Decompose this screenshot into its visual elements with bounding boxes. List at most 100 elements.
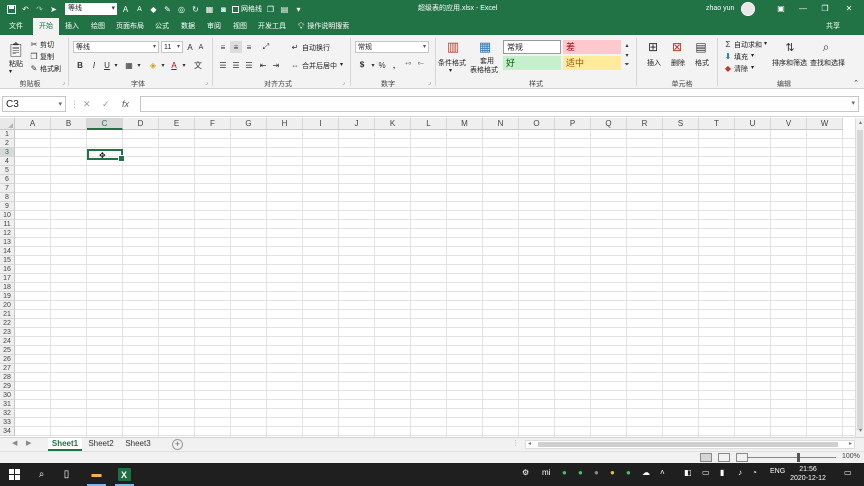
increase-decimal-icon[interactable]: ⁺⁰ [402, 59, 414, 71]
row-header-22[interactable]: 22 [0, 319, 15, 328]
format-painter-button[interactable]: 格式刷 [40, 64, 61, 74]
volume-icon[interactable]: ♪ [738, 468, 742, 477]
notifications-icon[interactable]: ▭ [844, 468, 852, 477]
row-header-26[interactable]: 26 [0, 355, 15, 364]
table-icon[interactable]: ▦ [204, 4, 215, 15]
column-header-b[interactable]: B [51, 118, 87, 130]
row-header-6[interactable]: 6 [0, 175, 15, 184]
sort-filter-button[interactable]: 排序和筛选 [772, 58, 807, 68]
align-left-icon[interactable]: ☰ [217, 59, 229, 71]
row-header-32[interactable]: 32 [0, 409, 15, 418]
ribbon-display-options-icon[interactable]: ▣ [770, 0, 792, 18]
underline-button[interactable]: U [102, 59, 112, 71]
scroll-up-icon[interactable]: ▴ [856, 119, 864, 128]
styles-scroll-down-icon[interactable]: ▾ [623, 50, 631, 60]
column-header-n[interactable]: N [483, 118, 519, 130]
delete-cells-button[interactable]: 删除 [671, 58, 685, 68]
column-header-q[interactable]: Q [591, 118, 627, 130]
tell-me-search[interactable]: 💡︎ 操作说明搜索 [298, 18, 349, 35]
send-icon[interactable]: ➤ [48, 4, 59, 15]
input-language[interactable]: ENG [770, 468, 785, 475]
name-box[interactable]: C3 ▾ [2, 96, 66, 112]
tab-review[interactable]: 审阅 [202, 18, 226, 35]
row-header-30[interactable]: 30 [0, 391, 15, 400]
row-header-23[interactable]: 23 [0, 328, 15, 337]
column-header-h[interactable]: H [267, 118, 303, 130]
column-header-i[interactable]: I [303, 118, 339, 130]
save-icon[interactable] [6, 4, 17, 15]
font-color-icon[interactable]: A [168, 59, 180, 71]
tab-insert[interactable]: 插入 [60, 18, 84, 35]
share-button[interactable]: 共享 [826, 18, 840, 35]
search-icon[interactable]: ⌕ [34, 467, 49, 482]
add-sheet-icon[interactable]: + [172, 439, 183, 450]
autosum-dropdown-icon[interactable]: ▾ [764, 40, 767, 47]
font-launcher-icon[interactable]: ⌟ [205, 79, 208, 86]
style-bad[interactable]: 差 [563, 40, 621, 54]
font-color-dropdown-icon[interactable]: ▾ [180, 59, 188, 71]
row-header-9[interactable]: 9 [0, 202, 15, 211]
cell-area[interactable] [15, 130, 855, 437]
formula-input[interactable]: ▾ [140, 96, 859, 112]
collapse-ribbon-icon[interactable]: ⌃ [852, 79, 860, 87]
column-header-g[interactable]: G [231, 118, 267, 130]
brush-icon[interactable]: ✎ [162, 4, 173, 15]
find-select-icon[interactable]: ⌕ [818, 39, 834, 55]
zoom-slider[interactable] [748, 457, 836, 458]
row-header-7[interactable]: 7 [0, 184, 15, 193]
clear-button[interactable]: 清除 [734, 64, 748, 74]
column-header-o[interactable]: O [519, 118, 555, 130]
orientation-icon[interactable]: ⤢ [259, 41, 273, 53]
print-icon[interactable]: ▤ [279, 4, 290, 15]
copy-button[interactable]: 复制 [40, 52, 54, 62]
row-header-17[interactable]: 17 [0, 274, 15, 283]
tab-home[interactable]: 开始 [33, 18, 59, 35]
format-as-table-line2[interactable]: 表格格式 [470, 65, 498, 75]
row-header-15[interactable]: 15 [0, 256, 15, 265]
fill-dropdown-icon[interactable]: ▾ [751, 52, 754, 59]
wrap-text-button[interactable]: 自动换行 [302, 43, 330, 53]
comma-button[interactable]: , [389, 59, 399, 71]
align-middle-icon[interactable]: ≡ [230, 41, 242, 53]
underline-dropdown-icon[interactable]: ▾ [112, 59, 120, 71]
qat-font-select[interactable]: 等线 [65, 3, 117, 15]
row-header-29[interactable]: 29 [0, 382, 15, 391]
conditional-formatting-icon[interactable]: ▥ [445, 39, 461, 55]
sheet-tab-sheet2[interactable]: Sheet2 [84, 438, 118, 451]
show-hidden-icons-icon[interactable]: ˄ [660, 468, 665, 477]
row-header-24[interactable]: 24 [0, 337, 15, 346]
column-header-w[interactable]: W [807, 118, 843, 130]
prev-sheet-icon[interactable]: ◀ [12, 439, 17, 447]
italic-button[interactable]: I [89, 59, 99, 71]
column-header-e[interactable]: E [159, 118, 195, 130]
row-header-34[interactable]: 34 [0, 427, 15, 436]
zoom-slider-handle[interactable] [797, 453, 800, 462]
insert-cells-button[interactable]: 插入 [647, 58, 661, 68]
insert-cells-icon[interactable]: ⊞ [645, 39, 661, 55]
redo-icon[interactable]: ↷ [34, 4, 45, 15]
tab-file[interactable]: 文件 [4, 18, 28, 35]
fill-button[interactable]: 填充 [734, 52, 748, 62]
tab-split-handle-icon[interactable]: ⋮ [512, 439, 519, 447]
vertical-scrollbar[interactable]: ▴ ▾ [855, 118, 864, 437]
fill-icon[interactable]: ⬇ [723, 51, 733, 61]
tab-formulas[interactable]: 公式 [150, 18, 174, 35]
customize-qat-icon[interactable]: ▾ [293, 4, 304, 15]
row-header-10[interactable]: 10 [0, 211, 15, 220]
find-select-button[interactable]: 查找和选择 [810, 58, 845, 68]
accounting-format-icon[interactable]: 💲︎ [355, 59, 369, 71]
tab-data[interactable]: 数据 [176, 18, 200, 35]
format-cells-icon[interactable]: ▤ [693, 39, 709, 55]
normal-view-icon[interactable] [700, 453, 712, 462]
close-icon[interactable]: ✕ [838, 0, 860, 18]
app-icon[interactable]: ● [610, 468, 615, 477]
column-header-t[interactable]: T [699, 118, 735, 130]
insert-function-button[interactable]: fx [122, 96, 129, 112]
excel-taskbar-icon[interactable]: X [115, 467, 134, 486]
sheet-tab-sheet1[interactable]: Sheet1 [48, 438, 82, 451]
camera-icon[interactable]: ◙ [218, 4, 229, 15]
horizontal-scrollbar[interactable]: ◂ ▸ [525, 440, 855, 449]
expand-formula-bar-icon[interactable]: ▾ [851, 99, 855, 107]
alignment-launcher-icon[interactable]: ⌟ [342, 79, 345, 86]
column-header-f[interactable]: F [195, 118, 231, 130]
